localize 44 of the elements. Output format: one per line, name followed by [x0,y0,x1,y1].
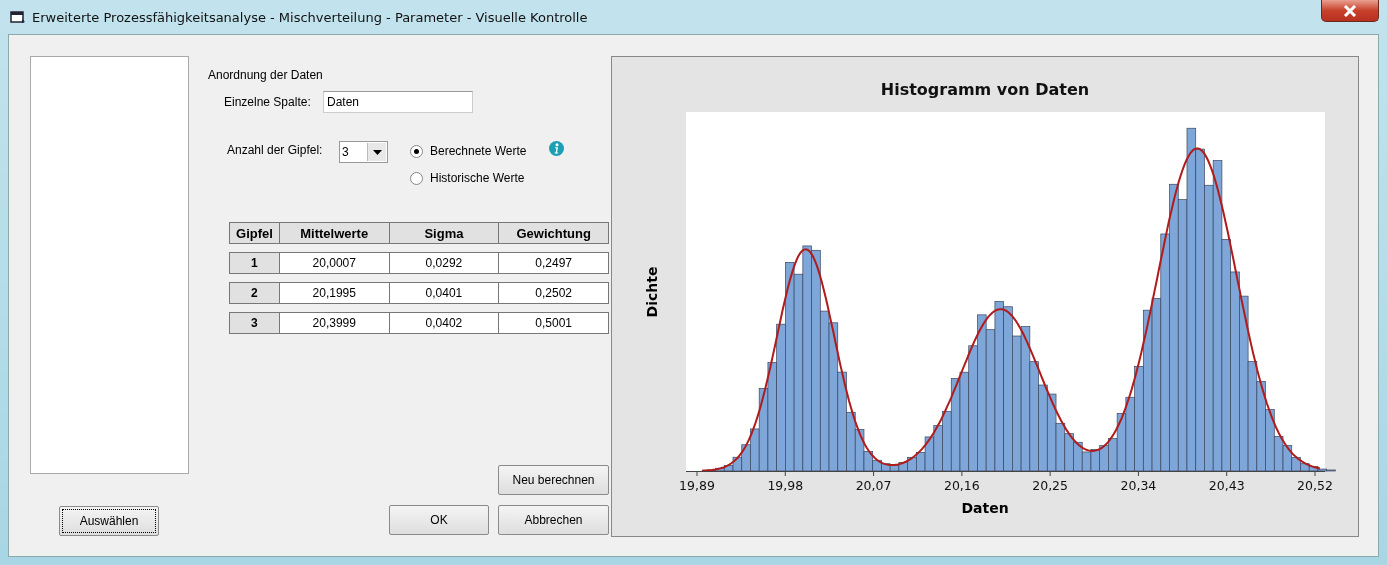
section-heading: Anordnung der Daten [208,68,324,82]
window-title: Erweiterte Prozessfähigkeitsanalyse - Mischverteilung - Parameter - Visuelle Kontrolle [32,9,588,25]
x-axis-label: Daten [961,500,1009,516]
table-cell: 0,2497 [498,252,609,274]
column-header: Mittelwerte [278,222,390,244]
table-cell: 0,0292 [388,252,500,274]
window-icon [10,10,26,24]
y-axis-label: Dichte [644,266,661,317]
field-label: Einzelne Spalte: [223,95,312,109]
info-icon[interactable] [548,140,564,156]
tick-label: 20,25 [1032,478,1069,493]
table-cell: 0,5001 [498,312,609,334]
tick-label: 20,07 [855,478,892,493]
radio-option[interactable]: Historische Werte [410,171,525,185]
column-header: Gewichtung [498,222,609,244]
recalculate-button[interactable]: Neu berechnen [498,465,609,495]
table-cell: 0,2502 [498,282,609,304]
tick-label: 20,16 [943,478,980,493]
peak-count-dropdown[interactable]: 3 [339,141,388,163]
field-label: Anzahl der Gipfel: [226,143,324,157]
column-header: Sigma [388,222,500,244]
table-cell: 0,0401 [388,282,500,304]
tick-label: 19,98 [767,478,804,493]
close-button[interactable] [1321,0,1379,22]
table-cell: 20,0007 [278,252,390,274]
caret-icon [372,149,382,155]
tick-label: 20,52 [1297,478,1333,493]
chart-title: Histogramm von Daten [880,80,1090,99]
tick-label: 19,89 [679,478,715,493]
radio-option[interactable]: Berechnete Werte [410,144,527,158]
ok-button[interactable]: OK [389,505,489,535]
tick-label: 20,34 [1120,478,1157,493]
table-cell: 3 [229,312,280,334]
column-header: Gipfel [229,222,280,244]
table-cell: 1 [229,252,280,274]
close-icon [1342,4,1358,17]
table-cell: 20,1995 [278,282,390,304]
select-button[interactable]: Auswählen [59,506,159,536]
table-cell: 20,3999 [278,312,390,334]
table-cell: 0,0402 [388,312,500,334]
cancel-button[interactable]: Abbrechen [498,505,609,535]
column-input-field[interactable]: Daten [323,91,473,113]
tick-label: 20,43 [1208,478,1245,493]
table-cell: 2 [229,282,280,304]
